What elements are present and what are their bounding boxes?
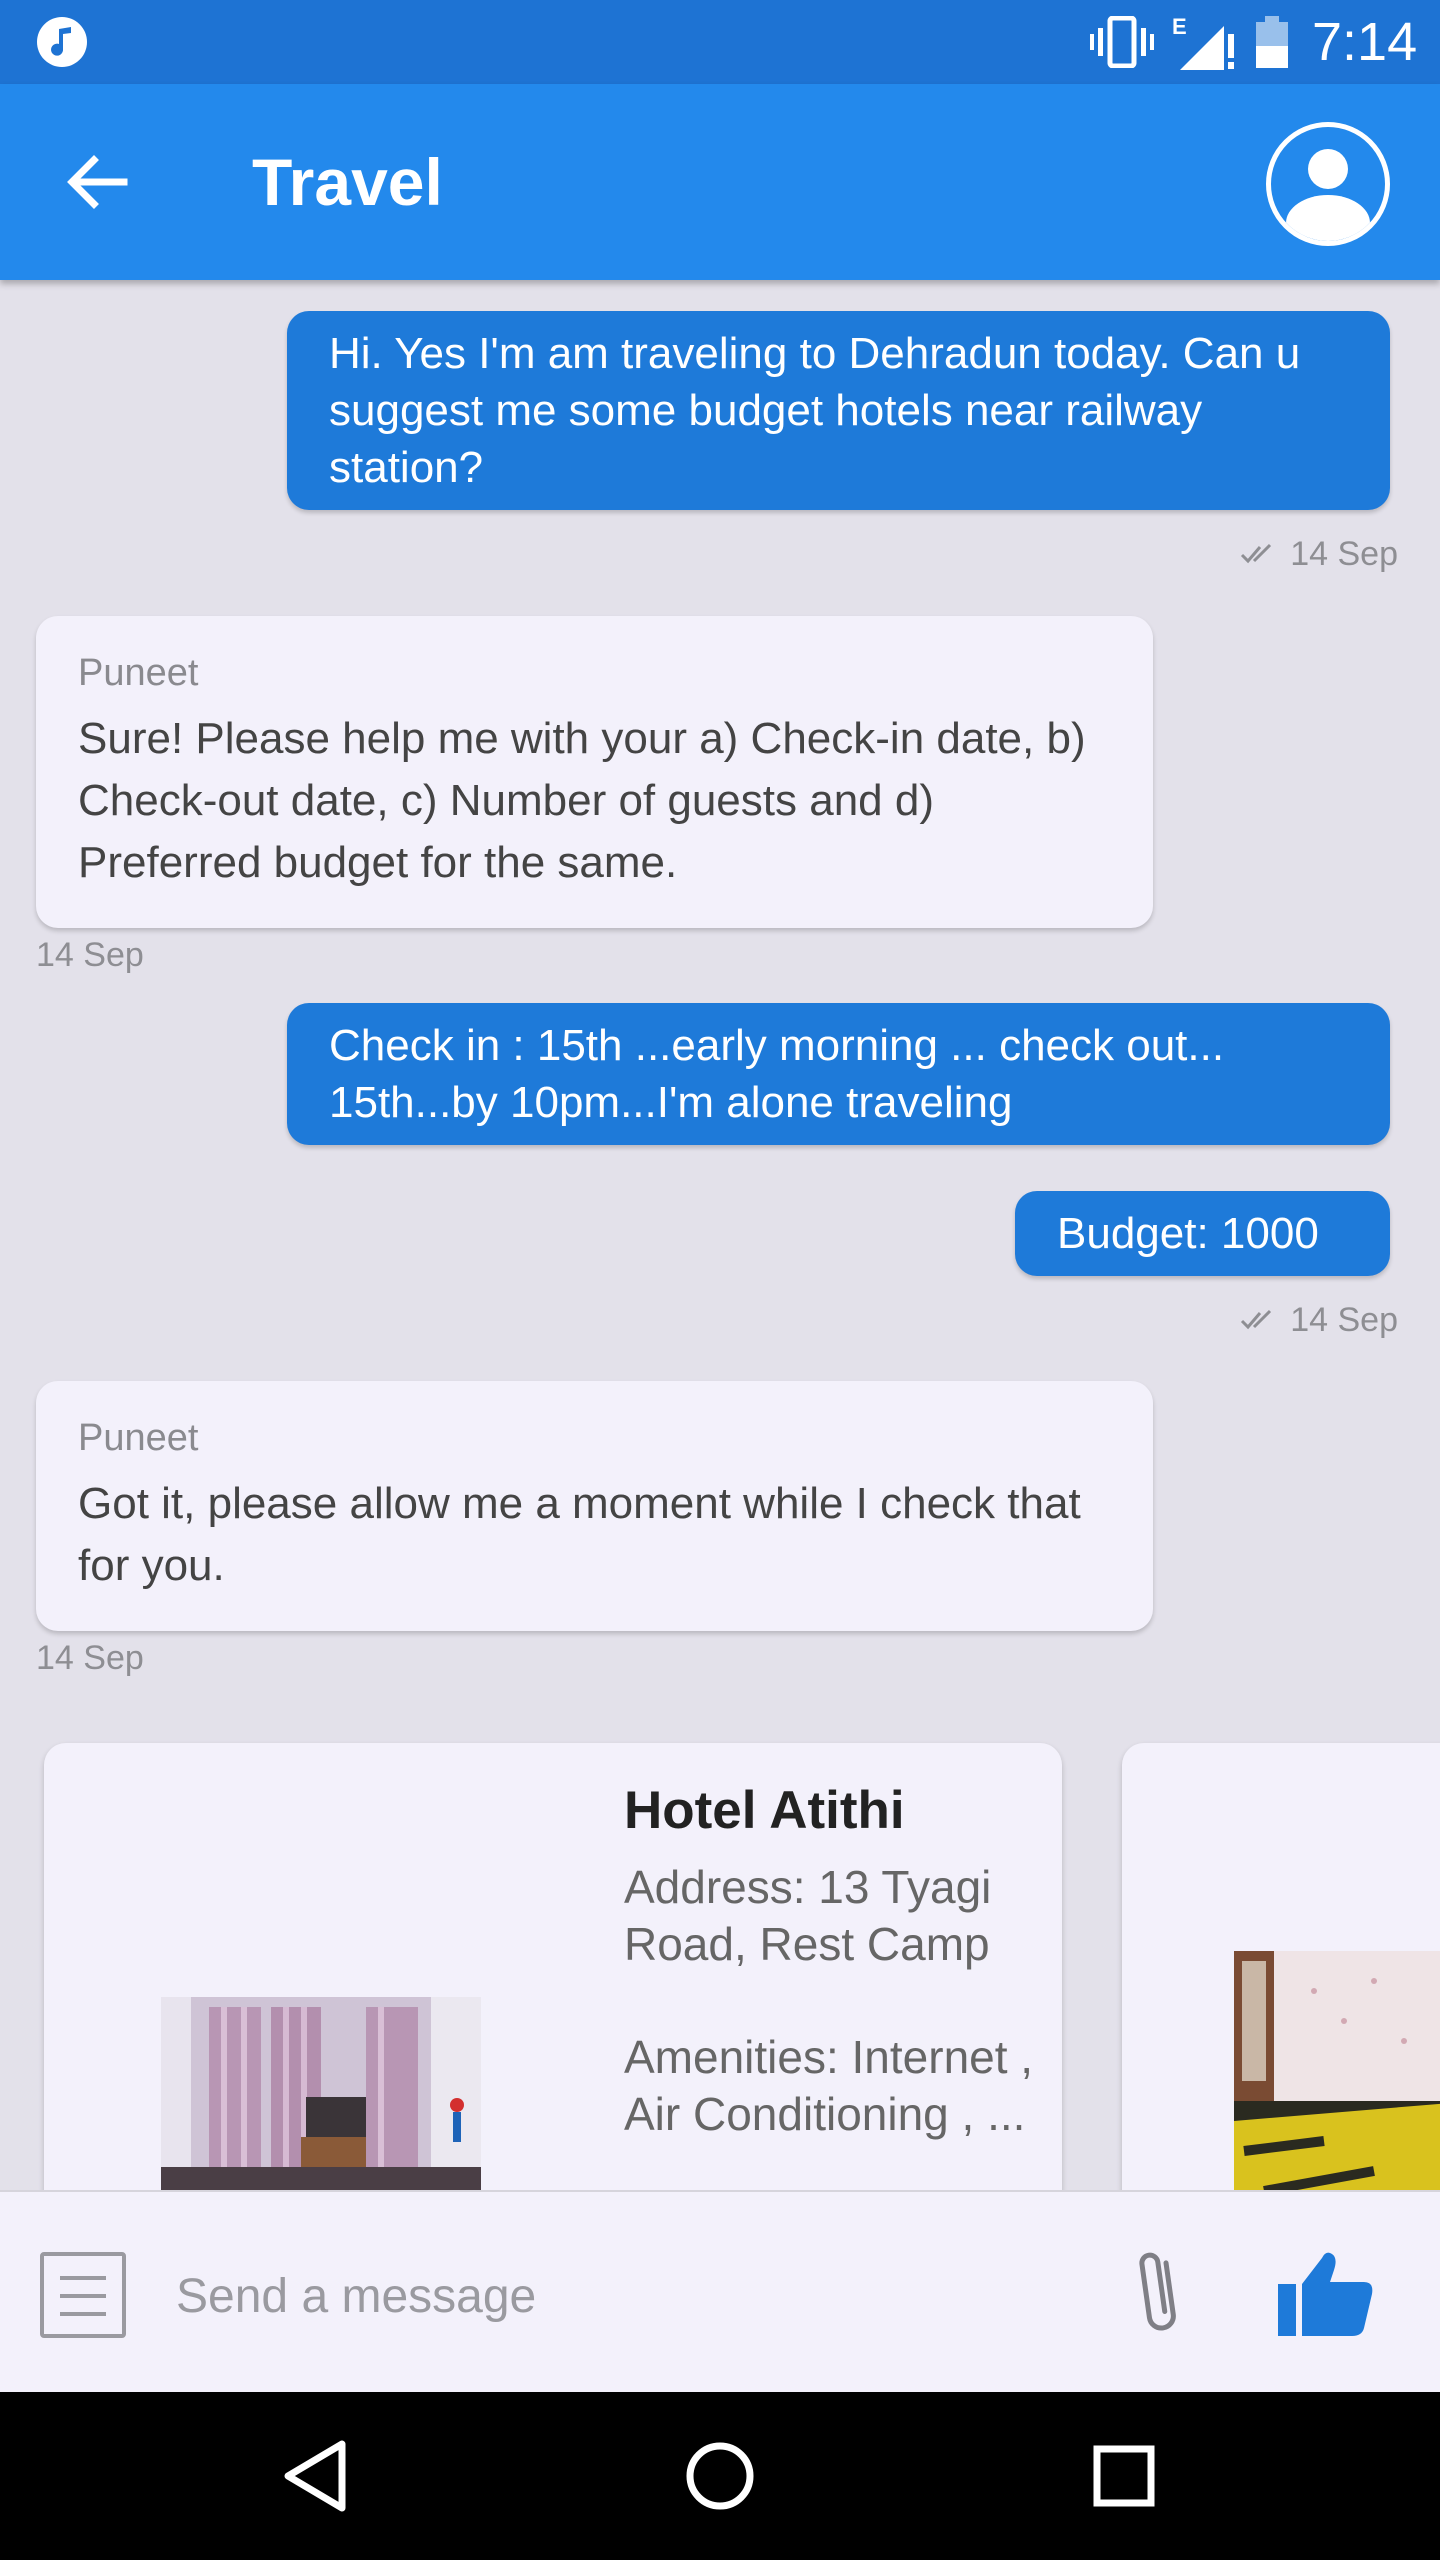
home-circle-icon[interactable] [674,2430,766,2522]
hotel-photo [1234,1951,1440,2190]
message-bubble-incoming[interactable]: Puneet Sure! Please help me with your a)… [36,616,1153,928]
message-bubble-outgoing[interactable]: Hi. Yes I'm am traveling to Dehradun tod… [287,311,1390,510]
message-text: Hi. Yes I'm am traveling to Dehradun tod… [329,329,1301,492]
arrow-back-icon[interactable] [62,150,132,214]
sender-name: Puneet [78,1417,199,1459]
hotel-address: Address: 13 Tyagi Road, Rest Camp [624,1861,992,1970]
hotel-card[interactable] [1122,1743,1440,2190]
signal-icon: E [1170,14,1240,70]
message-timestamp: 14 Sep [36,1639,144,1677]
message-bubble-outgoing[interactable]: Check in : 15th ...early morning ... che… [287,1003,1390,1145]
thumbs-up-icon[interactable] [1276,2248,1376,2338]
read-check-icon [1241,543,1272,564]
hotel-amenities: Amenities: Internet , Air Conditioning ,… [624,2031,1034,2140]
message-timestamp: 14 Sep [36,936,144,974]
message-text: Sure! Please help me with your a) Check-… [78,714,1086,887]
menu-list-icon[interactable] [40,2252,126,2338]
message-composer [0,2190,1440,2392]
sender-name: Puneet [78,652,199,694]
account-circle-icon[interactable] [1266,122,1390,246]
message-timestamp: 14 Sep [1240,1300,1398,1340]
page-title: Travel [252,145,443,219]
hotel-name: Hotel Atithi [624,1781,905,1840]
app-bar: Travel [0,84,1440,280]
back-triangle-icon[interactable] [270,2430,362,2522]
message-timestamp: 14 Sep [1240,534,1398,574]
chat-message-list[interactable]: Hi. Yes I'm am traveling to Dehradun tod… [0,280,1440,2190]
paperclip-icon[interactable] [1130,2244,1190,2340]
system-nav-bar [0,2392,1440,2560]
read-check-icon [1241,1309,1272,1330]
vibrate-icon [1090,16,1154,68]
message-input[interactable] [176,2258,1076,2334]
status-bar: E 7:14 [0,0,1440,84]
message-bubble-outgoing[interactable]: Budget: 1000 [1015,1191,1390,1276]
hotel-photo [161,1997,481,2190]
message-text: Got it, please allow me a moment while I… [78,1479,1081,1590]
message-text: Budget: 1000 [1057,1209,1319,1258]
battery-icon [1256,16,1288,68]
hotel-card[interactable]: Hotel Atithi Address: 13 Tyagi Road, Res… [44,1743,1062,2190]
music-icon [37,17,87,67]
message-bubble-incoming[interactable]: Puneet Got it, please allow me a moment … [36,1381,1153,1631]
message-text: Check in : 15th ...early morning ... che… [329,1021,1225,1127]
recents-square-icon[interactable] [1078,2430,1170,2522]
status-time: 7:14 [1312,12,1418,72]
